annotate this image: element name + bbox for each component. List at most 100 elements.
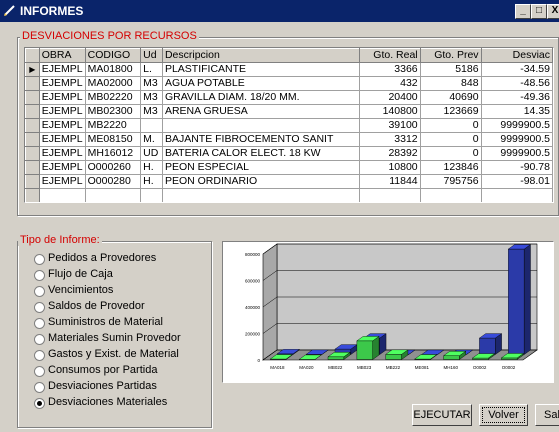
cell-gto-real[interactable]: 140800 [358,104,421,119]
cell-obra[interactable]: EJEMPL [38,104,86,119]
cell-descripcion[interactable]: PLASTIFICANTE [161,62,360,77]
cell-obra[interactable]: EJEMPL [38,174,86,189]
radio-button[interactable] [34,270,45,281]
cell-desviac[interactable]: -49.36 [480,90,553,105]
row-indicator[interactable] [25,174,40,189]
cell-codigo[interactable]: O000260 [84,160,142,175]
cell-codigo[interactable]: ME08150 [84,132,142,147]
close-button[interactable]: X [547,4,559,19]
cell-gto-real[interactable]: 28392 [358,146,421,161]
column-header-obra[interactable]: OBRA [38,48,86,63]
cell-gto-prev[interactable]: 40690 [419,90,482,105]
cell-descripcion[interactable]: BAJANTE FIBROCEMENTO SANIT [161,132,360,147]
cell-ud[interactable]: M3 [140,76,163,91]
cell-obra[interactable]: EJEMPL [38,132,86,147]
table-row[interactable]: EJEMPL MB2220 39100 0 9999900.5 [25,118,553,133]
cell-gto-real[interactable]: 3366 [358,62,421,77]
cell-gto-real[interactable]: 3312 [358,132,421,147]
cell-desviac[interactable]: -98.01 [480,174,553,189]
cell-descripcion[interactable]: PEON ESPECIAL [161,160,360,175]
cell-ud[interactable] [140,118,163,133]
cell-obra[interactable]: EJEMPL [38,118,86,133]
cell-descripcion[interactable]: AGUA POTABLE [161,76,360,91]
cell-desviac[interactable]: -90.78 [480,160,553,175]
cell-obra[interactable]: EJEMPL [38,62,86,77]
cell-gto-prev[interactable]: 123669 [419,104,482,119]
cell-descripcion[interactable] [161,118,360,133]
cell-obra[interactable]: EJEMPL [38,146,86,161]
cell-codigo[interactable]: MB2220 [84,118,142,133]
table-row[interactable]: EJEMPL MA02000 M3 AGUA POTABLE 432 848 -48.56 [25,76,553,91]
cell-codigo[interactable]: O000280 [84,174,142,189]
cell-descripcion[interactable]: BATERIA CALOR ELECT. 18 KW [161,146,360,161]
radio-button[interactable] [34,302,45,313]
cell-gto-real[interactable]: 432 [358,76,421,91]
table-row[interactable]: EJEMPL O000280 H. PEON ORDINARIO 11844 795756… [25,174,553,189]
cell-ud[interactable]: M3 [140,90,163,105]
column-header-codigo[interactable]: CODIGO [84,48,142,63]
cell-descripcion[interactable]: GRAVILLA DIAM. 18/20 MM. [161,90,360,105]
column-header-desviac[interactable]: Desviac [480,48,553,63]
cell-obra[interactable]: EJEMPL [38,90,86,105]
row-indicator[interactable]: ▶ [25,62,40,77]
table-row[interactable]: EJEMPL MH16012 UD BATERIA CALOR ELECT. 18 K… [25,146,553,161]
cell-codigo[interactable]: MA01800 [84,62,142,77]
radio-button[interactable] [34,318,45,329]
row-indicator[interactable] [25,104,40,119]
cell-gto-prev[interactable]: 848 [419,76,482,91]
cell-desviac[interactable]: 14.35 [480,104,553,119]
cell-desviac[interactable]: -48.56 [480,76,553,91]
cell-codigo[interactable]: MB02300 [84,104,142,119]
table-row[interactable]: ▶ EJEMPL MA01800 L. PLASTIFICANTE 3366 5186 -34… [25,62,553,77]
cell-obra[interactable]: EJEMPL [38,160,86,175]
radio-button[interactable] [34,382,45,393]
radio-button[interactable] [34,398,45,409]
cell-gto-prev[interactable]: 0 [419,146,482,161]
table-row[interactable]: EJEMPL MB02220 M3 GRAVILLA DIAM. 18/20 MM. 2… [25,90,553,105]
cell-ud[interactable]: UD [140,146,163,161]
cell-ud[interactable]: M3 [140,104,163,119]
cell-desviac[interactable]: 9999900.5 [480,146,553,161]
table-row[interactable]: EJEMPL ME08150 M. BAJANTE FIBROCEMENTO SANI… [25,132,553,147]
cell-descripcion[interactable]: ARENA GRUESA [161,104,360,119]
cell-gto-real[interactable]: 10800 [358,160,421,175]
back-button[interactable]: Volver [479,404,528,426]
cell-ud[interactable]: L. [140,62,163,77]
cell-gto-prev[interactable]: 0 [419,132,482,147]
cell-codigo[interactable]: MH16012 [84,146,142,161]
row-indicator[interactable] [25,132,40,147]
execute-button[interactable]: EJECUTAR [412,404,472,426]
column-header-ud[interactable]: Ud [140,48,163,63]
table-row[interactable]: EJEMPL MB02300 M3 ARENA GRUESA 140800 123669 1… [25,104,553,119]
table-row[interactable]: EJEMPL O000260 H. PEON ESPECIAL 10800 123846-… [25,160,553,175]
cell-gto-prev[interactable]: 795756 [419,174,482,189]
radio-button[interactable] [34,350,45,361]
maximize-button[interactable]: □ [531,4,547,19]
cell-descripcion[interactable]: PEON ORDINARIO [161,174,360,189]
cell-gto-real[interactable]: 39100 [358,118,421,133]
cell-ud[interactable]: H. [140,174,163,189]
row-indicator[interactable] [25,90,40,105]
column-header-gto-prev[interactable]: Gto. Prev [419,48,482,63]
minimize-button[interactable]: _ [515,4,531,19]
row-indicator[interactable] [25,118,40,133]
cell-codigo[interactable]: MB02220 [84,90,142,105]
cell-gto-real[interactable]: 20400 [358,90,421,105]
cell-gto-prev[interactable]: 123846 [419,160,482,175]
radio-button[interactable] [34,366,45,377]
column-header-descripcion[interactable]: Descripcion [161,48,360,63]
radio-button[interactable] [34,286,45,297]
cell-obra[interactable]: EJEMPL [38,76,86,91]
radio-button[interactable] [34,254,45,265]
cell-desviac[interactable]: 9999900.5 [480,132,553,147]
cell-ud[interactable]: H. [140,160,163,175]
column-header-gto-real[interactable]: Gto. Real [358,48,421,63]
cell-ud[interactable]: M. [140,132,163,147]
row-indicator[interactable] [25,76,40,91]
cell-gto-prev[interactable]: 0 [419,118,482,133]
cell-gto-prev[interactable]: 5186 [419,62,482,77]
row-indicator[interactable] [25,160,40,175]
radio-button[interactable] [34,334,45,345]
row-indicator[interactable] [25,146,40,161]
deviations-table[interactable]: OBRA CODIGO Ud Descripcion Gto. Real Gto… [24,47,554,203]
